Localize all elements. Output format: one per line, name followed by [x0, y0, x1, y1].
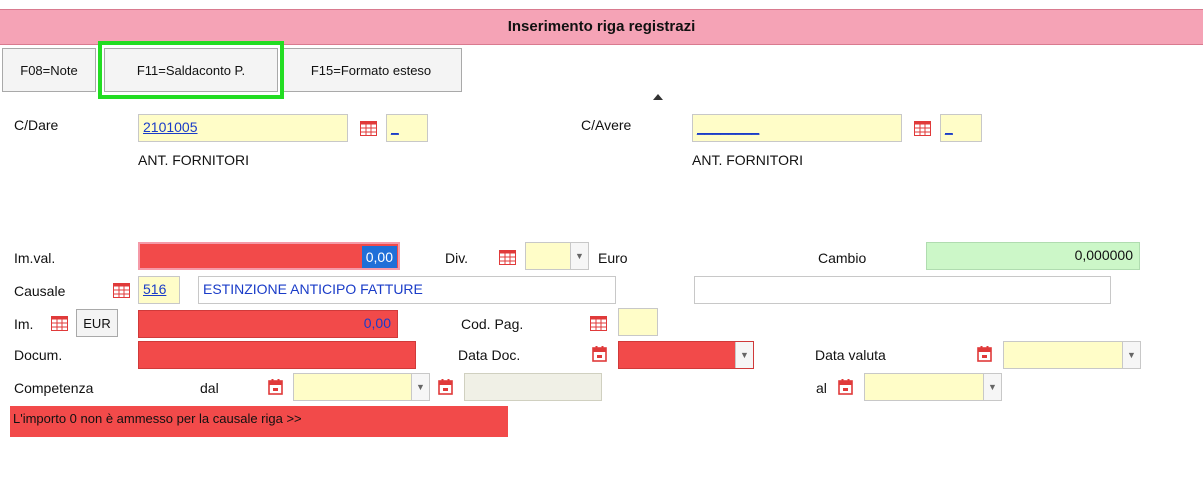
grid-lookup-icon[interactable]: [113, 283, 130, 298]
dare-account-desc: ANT. FORNITORI: [138, 152, 249, 168]
grid-lookup-icon[interactable]: [51, 316, 68, 331]
causale-label: Causale: [14, 283, 66, 299]
datadoc-label: Data Doc.: [458, 347, 521, 363]
avere-subcode-field[interactable]: _: [940, 114, 982, 142]
avere-flag-box[interactable]: [664, 116, 686, 142]
al-date-field[interactable]: ▼: [864, 373, 1002, 401]
dare-subcode-field[interactable]: _: [386, 114, 428, 142]
avere-account-value[interactable]: ________: [697, 119, 759, 135]
causale-desc-value[interactable]: ESTINZIONE ANTICIPO FATTURE: [203, 281, 423, 297]
chevron-down-icon[interactable]: ▼: [411, 374, 429, 400]
currency-name: Euro: [598, 250, 628, 266]
cambio-label: Cambio: [818, 250, 867, 266]
imval-value[interactable]: 0,00: [361, 246, 397, 268]
calendar-icon[interactable]: [592, 346, 607, 362]
grid-lookup-icon[interactable]: [590, 316, 607, 331]
highlight-frame: [98, 41, 284, 99]
im-amount-value[interactable]: 0,00: [364, 315, 391, 331]
dare-flag-box[interactable]: [108, 116, 130, 142]
calendar-icon[interactable]: [838, 379, 853, 395]
imval-label: Im.val.: [14, 250, 56, 266]
avere-subcode-value[interactable]: _: [945, 119, 953, 135]
currency-dropdown[interactable]: ▼: [525, 242, 589, 270]
error-message: L'importo 0 non è ammesso per la causale…: [10, 406, 508, 437]
collapse-up-icon[interactable]: [653, 94, 663, 100]
dal-date-field[interactable]: ▼: [293, 373, 430, 401]
datavaluta-field[interactable]: ▼: [1003, 341, 1141, 369]
dare-account-field[interactable]: 2101005: [138, 114, 348, 142]
window-title-bar: Inserimento riga registrazi: [0, 9, 1203, 45]
im-currency-button[interactable]: EUR: [76, 309, 118, 337]
chevron-down-icon[interactable]: ▼: [1122, 342, 1140, 368]
window-title: Inserimento riga registrazi: [507, 18, 696, 35]
calendar-icon[interactable]: [438, 379, 453, 395]
cambio-field[interactable]: 0,000000: [926, 242, 1140, 270]
causale-note-field[interactable]: [694, 276, 1111, 304]
notes-button[interactable]: F08=Note: [2, 48, 96, 92]
competenza-label: Competenza: [14, 380, 94, 396]
im-amount-field[interactable]: 0,00: [138, 310, 398, 338]
calendar-icon[interactable]: [977, 346, 992, 362]
docum-field[interactable]: [138, 341, 416, 369]
chevron-down-icon[interactable]: ▼: [735, 342, 753, 368]
datadoc-field[interactable]: ▼: [618, 341, 754, 369]
competenza-extra-field: [464, 373, 602, 401]
dare-subcode-value[interactable]: _: [391, 119, 399, 135]
cambio-value[interactable]: 0,000000: [1075, 247, 1133, 263]
avere-account-desc: ANT. FORNITORI: [692, 152, 803, 168]
causale-desc-field[interactable]: ESTINZIONE ANTICIPO FATTURE: [198, 276, 616, 304]
chevron-down-icon[interactable]: ▼: [570, 243, 588, 269]
al-label: al: [816, 380, 827, 396]
codpag-field[interactable]: [618, 308, 658, 336]
codpag-label: Cod. Pag.: [461, 316, 524, 332]
dal-label: dal: [200, 380, 219, 396]
avere-label: C/Avere: [581, 117, 632, 133]
dare-account-value[interactable]: 2101005: [143, 119, 198, 135]
calendar-icon[interactable]: [268, 379, 283, 395]
datavaluta-label: Data valuta: [815, 347, 886, 363]
causale-code-field[interactable]: 516: [138, 276, 180, 304]
docum-label: Docum.: [14, 347, 63, 363]
grid-lookup-icon[interactable]: [914, 121, 931, 136]
dare-label: C/Dare: [14, 117, 59, 133]
avere-account-field[interactable]: ________: [692, 114, 902, 142]
grid-lookup-icon[interactable]: [360, 121, 377, 136]
grid-lookup-icon[interactable]: [499, 250, 516, 265]
div-label: Div.: [445, 250, 469, 266]
extended-format-button[interactable]: F15=Formato esteso: [280, 48, 462, 92]
im-label: Im.: [14, 316, 34, 332]
causale-code-value[interactable]: 516: [143, 281, 166, 297]
chevron-down-icon[interactable]: ▼: [983, 374, 1001, 400]
imval-field[interactable]: 0,00: [138, 242, 400, 270]
